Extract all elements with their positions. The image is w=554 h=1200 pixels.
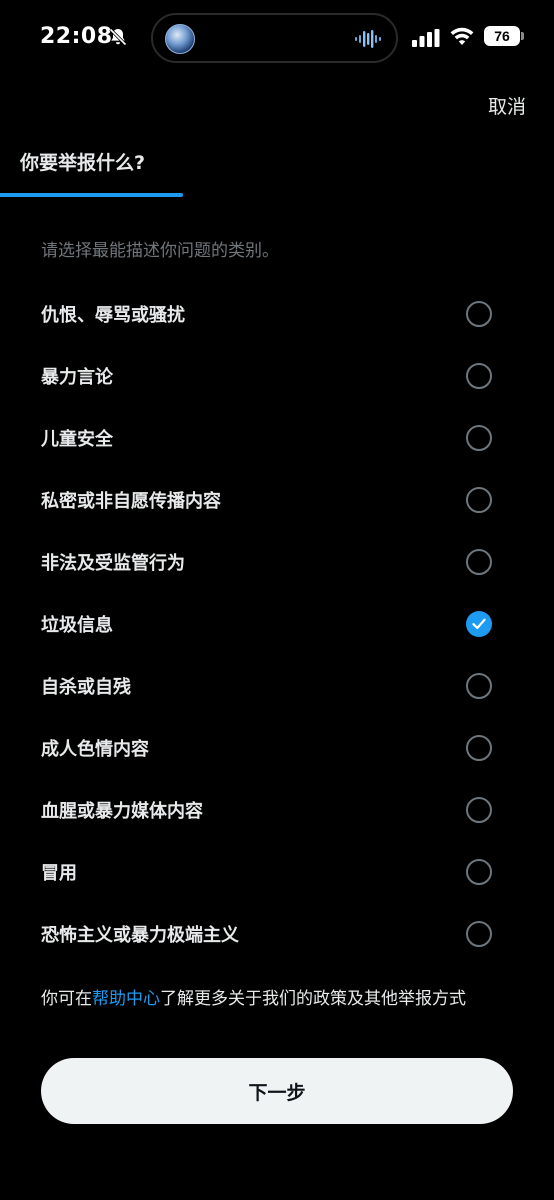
option-self-harm[interactable]: 自杀或自残 [0,655,554,717]
option-spam[interactable]: 垃圾信息 [0,593,554,655]
next-button[interactable]: 下一步 [41,1058,513,1124]
option-label: 自杀或自残 [41,677,131,698]
bell-muted-icon [109,28,127,46]
help-note-prefix: 你可在 [41,989,92,1009]
wifi-icon [450,27,474,45]
status-time: 22:08 [40,24,113,49]
progress-indicator [0,193,183,197]
radio-button[interactable] [466,921,492,947]
radio-button[interactable] [466,673,492,699]
radio-button[interactable] [466,487,492,513]
checkmark-icon [472,618,486,630]
battery-cap [521,32,524,40]
option-label: 垃圾信息 [41,615,113,636]
cellular-signal-icon [412,29,440,47]
option-violent-speech[interactable]: 暴力言论 [0,345,554,407]
radio-button-selected[interactable] [466,611,492,637]
option-illegal-behavior[interactable]: 非法及受监管行为 [0,531,554,593]
radio-button[interactable] [466,735,492,761]
radio-button[interactable] [466,301,492,327]
radio-button[interactable] [466,797,492,823]
option-label: 暴力言论 [41,367,113,388]
option-label: 血腥或暴力媒体内容 [41,801,203,822]
option-label: 儿童安全 [41,429,113,450]
option-label: 私密或非自愿传播内容 [41,491,221,512]
status-bar: 22:08 76 [0,0,554,76]
option-label: 仇恨、辱骂或骚扰 [41,305,185,326]
report-category-list: 仇恨、辱骂或骚扰 暴力言论 儿童安全 私密或非自愿传播内容 非法及受监管行为 垃… [0,283,554,965]
option-label: 冒用 [41,863,77,884]
option-hate-harassment[interactable]: 仇恨、辱骂或骚扰 [0,283,554,345]
page-title: 你要举报什么? [20,152,146,174]
option-child-safety[interactable]: 儿童安全 [0,407,554,469]
audio-waveform-icon [355,30,381,48]
radio-button[interactable] [466,363,492,389]
help-note: 你可在帮助中心了解更多关于我们的政策及其他举报方式 [41,984,511,1028]
page-subtitle: 请选择最能描述你问题的类别。 [41,241,279,261]
radio-button[interactable] [466,425,492,451]
option-label: 非法及受监管行为 [41,553,185,574]
cancel-button[interactable]: 取消 [488,92,526,119]
option-adult-content[interactable]: 成人色情内容 [0,717,554,779]
option-impersonation[interactable]: 冒用 [0,841,554,903]
option-terrorism-extremism[interactable]: 恐怖主义或暴力极端主义 [0,903,554,965]
help-note-suffix: 了解更多关于我们的政策及其他举报方式 [160,989,466,1009]
option-private-content[interactable]: 私密或非自愿传播内容 [0,469,554,531]
radio-button[interactable] [466,859,492,885]
battery-indicator: 76 [484,26,520,46]
dynamic-island[interactable] [151,13,398,63]
option-label: 成人色情内容 [41,739,149,760]
option-label: 恐怖主义或暴力极端主义 [41,925,239,946]
radio-button[interactable] [466,549,492,575]
now-playing-avatar [165,24,195,54]
help-center-link[interactable]: 帮助中心 [92,989,160,1009]
option-graphic-media[interactable]: 血腥或暴力媒体内容 [0,779,554,841]
